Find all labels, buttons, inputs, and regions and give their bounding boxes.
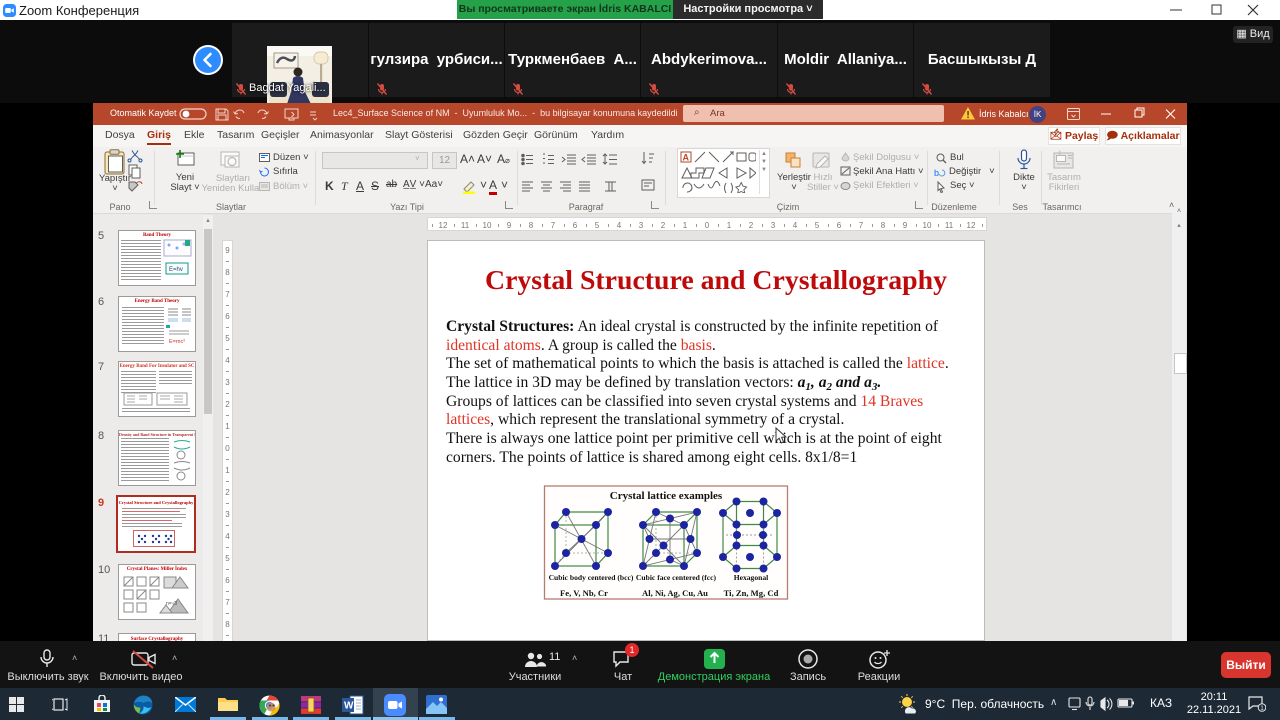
svg-text:4: 4: [225, 532, 230, 541]
svg-text:1: 1: [225, 466, 230, 475]
svg-text:3: 3: [771, 221, 776, 230]
svg-text:7: 7: [225, 290, 230, 299]
svg-text:0: 0: [705, 221, 710, 230]
svg-text:Fe, V, Nb, Cr: Fe, V, Nb, Cr: [560, 588, 608, 598]
svg-text:A: A: [683, 153, 690, 163]
svg-text:2: 2: [225, 488, 230, 497]
svg-text:12: 12: [439, 221, 448, 230]
svg-text:7: 7: [551, 221, 556, 230]
svg-text:6: 6: [573, 221, 578, 230]
svg-text:5: 5: [225, 554, 230, 563]
svg-text:8: 8: [529, 221, 534, 230]
svg-text:Cubic face centered (fcc): Cubic face centered (fcc): [636, 573, 717, 582]
svg-text:Crystal lattice examples: Crystal lattice examples: [610, 490, 723, 502]
svg-text:E=hv: E=hv: [169, 267, 183, 273]
svg-text:9: 9: [903, 221, 908, 230]
svg-text:4: 4: [793, 221, 798, 230]
svg-text:0: 0: [225, 444, 230, 453]
svg-text:8: 8: [225, 268, 230, 277]
svg-text:1: 1: [225, 422, 230, 431]
svg-text:5: 5: [815, 221, 820, 230]
svg-text:Cubic body centered (bcc): Cubic body centered (bcc): [549, 573, 634, 582]
svg-text:4: 4: [225, 356, 230, 365]
svg-text:b: b: [934, 168, 939, 178]
svg-text:8: 8: [881, 221, 886, 230]
svg-text:W: W: [344, 701, 354, 712]
svg-text:3: 3: [225, 378, 230, 387]
svg-text:7: 7: [859, 221, 864, 230]
svg-text:2: 2: [225, 400, 230, 409]
svg-text:n=√3: n=√3: [166, 600, 177, 607]
svg-text:11: 11: [461, 221, 470, 230]
svg-text:6: 6: [225, 312, 230, 321]
svg-text:E=mc²: E=mc²: [169, 339, 185, 345]
svg-text:2: 2: [749, 221, 754, 230]
svg-text:9: 9: [507, 221, 512, 230]
svg-text:5: 5: [595, 221, 600, 230]
svg-text:1: 1: [727, 221, 732, 230]
svg-text:Ti, Zn, Mg, Cd: Ti, Zn, Mg, Cd: [724, 588, 779, 598]
svg-text:10: 10: [483, 221, 492, 230]
svg-text:10: 10: [923, 221, 932, 230]
svg-text:8: 8: [225, 620, 230, 629]
svg-text:12: 12: [967, 221, 976, 230]
svg-text:11: 11: [945, 221, 954, 230]
svg-text:Al, Ni, Ag, Cu, Au: Al, Ni, Ag, Cu, Au: [642, 588, 708, 598]
svg-text:Hexagonal: Hexagonal: [734, 573, 769, 582]
svg-text:6: 6: [837, 221, 842, 230]
svg-text:9: 9: [225, 246, 230, 255]
svg-text:2: 2: [661, 221, 666, 230]
svg-text:6: 6: [225, 576, 230, 585]
svg-text:3: 3: [639, 221, 644, 230]
svg-text:5: 5: [225, 334, 230, 343]
svg-text:1: 1: [683, 221, 688, 230]
svg-text:4: 4: [617, 221, 622, 230]
svg-text:3: 3: [225, 510, 230, 519]
svg-text:7: 7: [225, 598, 230, 607]
